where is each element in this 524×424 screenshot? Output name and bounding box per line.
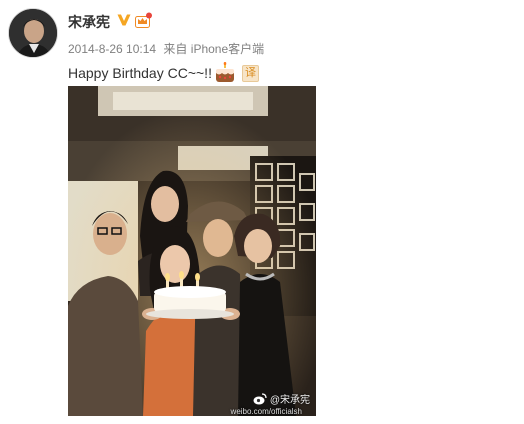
source-link[interactable]: iPhone客户端 (191, 42, 264, 56)
from-label: 来自 (163, 42, 188, 56)
verified-v-icon[interactable] (117, 13, 131, 27)
watermark-url: weibo.com/officialsh (230, 407, 302, 416)
post-time[interactable]: 2014-8-26 10:14 (68, 42, 156, 56)
post-text: Happy Birthday CC~~!! (68, 65, 212, 81)
photo-watermark: @宋承宪 (253, 391, 310, 406)
post-photo[interactable]: @宋承宪 weibo.com/officialsh (68, 86, 316, 416)
translate-button[interactable]: 译 (241, 64, 259, 82)
birthday-group-photo (68, 86, 316, 416)
member-crown-icon[interactable] (135, 12, 152, 28)
avatar-image (9, 9, 57, 57)
weibo-post: 宋承宪 2014-8-26 10:14 来自 iPhone客户端 Happy B… (0, 0, 524, 424)
post-meta: 2014-8-26 10:14 来自 iPhone客户端 (68, 40, 264, 57)
avatar[interactable] (8, 8, 58, 58)
post-content: Happy Birthday CC~~!! 译 (68, 62, 259, 84)
watermark-handle: @宋承宪 (269, 395, 310, 406)
weibo-logo-icon (253, 392, 267, 404)
user-name[interactable]: 宋承宪 (68, 12, 110, 32)
cake-emoji (215, 62, 234, 82)
